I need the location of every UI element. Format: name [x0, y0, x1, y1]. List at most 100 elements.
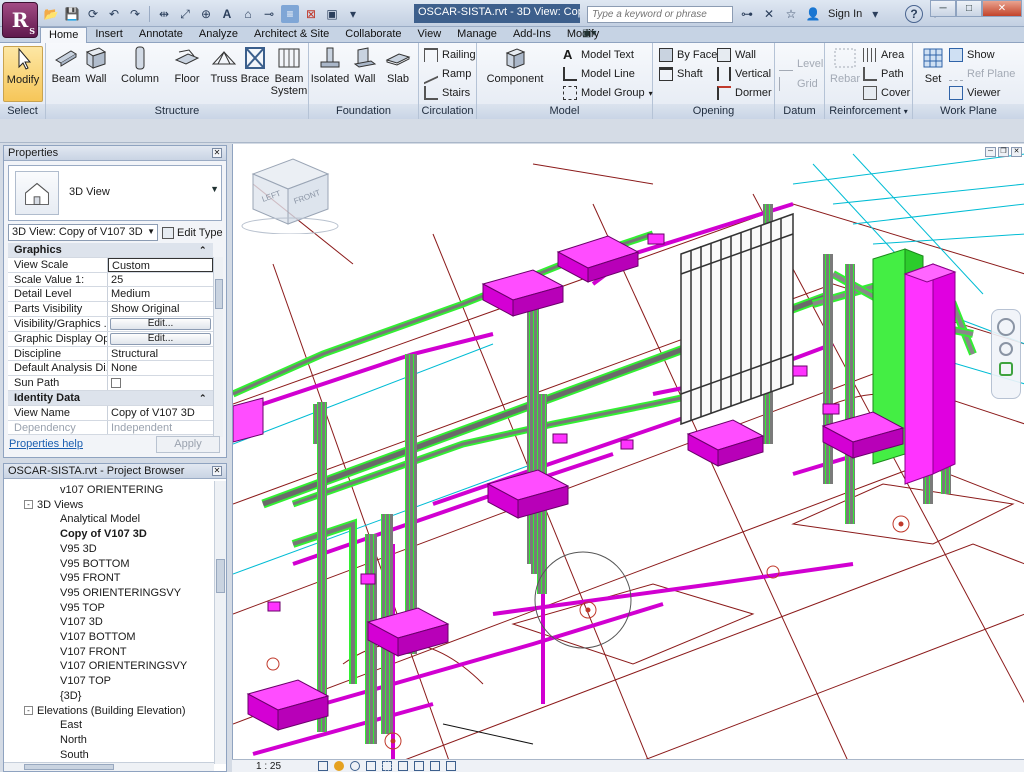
orbit-icon[interactable]	[999, 362, 1013, 376]
stairs-button[interactable]: Stairs	[424, 84, 470, 102]
3d-view-canvas[interactable]: ─ ❐ ✕ LEFT FRONT	[232, 144, 1024, 772]
property-value[interactable]: Show Original	[108, 302, 213, 316]
by-face-button[interactable]: By Face	[659, 46, 717, 64]
property-value[interactable]: None	[108, 361, 213, 375]
browser-node[interactable]: {3D}	[60, 689, 81, 703]
edit-button[interactable]: Edit...	[110, 332, 211, 345]
save-icon[interactable]: 💾	[63, 5, 81, 23]
model-text-button[interactable]: A Model Text	[563, 46, 634, 64]
beam-system-button[interactable]: Beam System	[269, 46, 309, 97]
column-button[interactable]: Column	[120, 46, 160, 85]
grid-button[interactable]: Grid	[779, 75, 818, 93]
lock-view-icon[interactable]	[398, 761, 408, 771]
show-work-plane-button[interactable]: Show	[949, 46, 995, 64]
tab-annotate[interactable]: Annotate	[131, 27, 191, 43]
close-icon[interactable]: ✕	[212, 466, 222, 476]
property-value[interactable]: Copy of V107 3D	[108, 406, 213, 420]
close-icon[interactable]: ✕	[982, 0, 1022, 17]
properties-section-identity-data[interactable]: Identity Data ⌃	[8, 390, 213, 406]
property-value[interactable]: Medium	[108, 287, 213, 301]
browser-node[interactable]: V95 3D	[60, 542, 97, 556]
chevron-down-icon[interactable]: ▾	[904, 107, 908, 116]
tab-collaborate[interactable]: Collaborate	[337, 27, 409, 43]
scrollbar-thumb[interactable]	[24, 764, 114, 770]
sun-path-icon[interactable]	[350, 761, 360, 771]
binoculars-icon[interactable]: ⊶	[738, 5, 756, 23]
analytical-model-icon[interactable]	[446, 761, 456, 771]
viewer-button[interactable]: Viewer	[949, 84, 1000, 102]
browser-node[interactable]: Copy of V107 3D	[60, 527, 147, 541]
edit-button[interactable]: Edit...	[110, 317, 211, 330]
open-icon[interactable]: 📂	[42, 5, 60, 23]
rebar-button[interactable]: Rebar	[825, 46, 865, 85]
ramp-button[interactable]: Ramp	[424, 63, 471, 85]
user-icon[interactable]: 👤	[804, 5, 822, 23]
customize-qat-icon[interactable]: ▾	[344, 5, 362, 23]
tab-insert[interactable]: Insert	[87, 27, 131, 43]
section-icon[interactable]: ⊸	[260, 5, 278, 23]
browser-node[interactable]: V95 ORIENTERINGSVY	[60, 586, 181, 600]
temporary-hide-icon[interactable]	[414, 761, 424, 771]
tree-toggle-icon[interactable]: -	[24, 500, 33, 510]
browser-node[interactable]: V107 3D	[60, 615, 103, 629]
tab-manage[interactable]: Manage	[449, 27, 505, 43]
railing-button[interactable]: Railing	[424, 46, 476, 64]
set-work-plane-button[interactable]: Set	[913, 46, 953, 85]
tag-icon[interactable]: ⊕	[197, 5, 215, 23]
modify-button[interactable]: Modify	[3, 46, 43, 102]
redo-icon[interactable]: ↷	[126, 5, 144, 23]
tab-add-ins[interactable]: Add-Ins	[505, 27, 559, 43]
help-icon[interactable]: ?	[905, 5, 923, 23]
slab-button[interactable]: Slab	[378, 46, 418, 85]
minimize-icon[interactable]: ─	[985, 147, 996, 157]
thin-lines-icon[interactable]: ≡	[281, 5, 299, 23]
steering-wheel-icon[interactable]	[997, 318, 1015, 336]
path-reinforcement-button[interactable]: Path	[863, 65, 904, 83]
chevron-up-icon[interactable]: ⌃	[199, 391, 213, 405]
subscription-icon[interactable]: ✕	[760, 5, 778, 23]
properties-scrollbar[interactable]	[213, 257, 223, 437]
scrollbar-thumb[interactable]	[216, 559, 225, 593]
chevron-up-icon[interactable]: ⌃	[199, 243, 213, 257]
zoom-icon[interactable]	[999, 342, 1013, 356]
favorites-star-icon[interactable]: ☆	[782, 5, 800, 23]
sync-icon[interactable]: ⟳	[84, 5, 102, 23]
shaft-button[interactable]: Shaft	[659, 65, 703, 83]
level-button[interactable]: Level	[779, 55, 823, 73]
measure-icon[interactable]: ⇹	[155, 5, 173, 23]
browser-node[interactable]: V95 TOP	[60, 601, 105, 615]
component-button[interactable]: Component	[485, 46, 545, 85]
chevron-down-icon[interactable]: ▼	[210, 184, 219, 194]
browser-node[interactable]: v107 ORIENTERING	[60, 483, 163, 497]
model-group-button[interactable]: Model Group ▾	[563, 84, 653, 102]
browser-node[interactable]: V95 BOTTOM	[60, 557, 129, 571]
tab-home[interactable]: Home	[40, 27, 88, 44]
type-selector[interactable]: 3D View ▼	[8, 165, 222, 221]
ribbon-minimize-icon[interactable]: ▣▾	[582, 28, 596, 39]
browser-node[interactable]: South	[60, 748, 89, 761]
view-scale[interactable]: 1 : 25	[256, 761, 281, 772]
browser-scrollbar[interactable]	[214, 481, 226, 764]
properties-section-graphics[interactable]: Graphics ⌃	[8, 243, 213, 258]
property-value[interactable]	[108, 376, 213, 390]
reveal-hidden-icon[interactable]	[430, 761, 440, 771]
scrollbar-thumb[interactable]	[215, 279, 223, 309]
browser-node[interactable]: V107 BOTTOM	[60, 630, 136, 644]
visual-style-icon[interactable]	[334, 761, 344, 771]
isolated-foundation-button[interactable]: Isolated	[310, 46, 350, 85]
shadows-icon[interactable]	[366, 761, 376, 771]
browser-node[interactable]: Analytical Model	[60, 512, 140, 526]
undo-icon[interactable]: ↶	[105, 5, 123, 23]
browser-node[interactable]: V107 FRONT	[60, 645, 127, 659]
browser-node[interactable]: V95 FRONT	[60, 571, 121, 585]
property-value[interactable]: Independent	[108, 421, 213, 435]
property-value[interactable]: Edit...	[108, 317, 213, 331]
detail-level-icon[interactable]	[318, 761, 328, 771]
tree-toggle-icon[interactable]: -	[24, 706, 33, 716]
property-value[interactable]: Custom	[108, 257, 213, 272]
property-value[interactable]: 25	[108, 273, 213, 287]
switch-windows-icon[interactable]: ▣	[323, 5, 341, 23]
property-value[interactable]: Structural	[108, 347, 213, 361]
browser-node[interactable]: V107 ORIENTERINGSVY	[60, 659, 187, 673]
viewcube[interactable]: LEFT FRONT	[233, 144, 343, 234]
